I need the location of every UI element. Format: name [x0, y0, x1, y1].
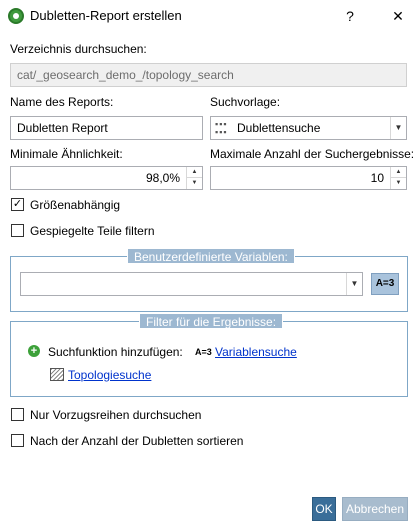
size-dependent-checkbox[interactable]: ✓ — [11, 198, 24, 211]
topology-icon — [50, 368, 64, 381]
template-label: Suchvorlage: — [210, 95, 281, 109]
app-icon — [8, 8, 24, 24]
similarity-value: 98,0% — [145, 171, 180, 185]
variables-group-title: Benutzerdefinierte Variablen: — [127, 248, 295, 264]
filter-group-title: Filter für die Ergebnisse: — [139, 313, 284, 329]
chevron-down-icon[interactable]: ▼ — [346, 273, 362, 295]
template-combobox[interactable]: ▪▪▪ ▪▪▪ Dublettensuche ▼ — [210, 116, 407, 140]
max-results-label: Maximale Anzahl der Suchergebnisse: — [210, 147, 415, 161]
variable-search-link[interactable]: Variablensuche — [215, 345, 297, 359]
size-dependent-label: Größenabhängig — [30, 198, 121, 212]
spin-down-icon[interactable]: ▼ — [187, 178, 202, 189]
max-results-spinbox[interactable]: 10 ▲ ▼ — [210, 166, 407, 190]
filter-group — [10, 321, 408, 397]
help-button[interactable]: ? — [336, 4, 364, 28]
add-search-function-label: Suchfunktion hinzufügen: — [48, 345, 183, 359]
topology-search-link[interactable]: Topologiesuche — [68, 368, 151, 382]
template-value: Dublettensuche — [237, 121, 321, 135]
cancel-button[interactable]: Abbrechen — [342, 497, 408, 521]
similarity-stepper[interactable]: ▲ ▼ — [186, 167, 202, 189]
sort-by-count-checkbox[interactable] — [11, 434, 24, 447]
add-icon: + — [28, 345, 40, 357]
similarity-spinbox[interactable]: 98,0% ▲ ▼ — [10, 166, 203, 190]
preferred-only-label: Nur Vorzugsreihen durchsuchen — [30, 408, 202, 422]
directory-label: Verzeichnis durchsuchen: — [10, 42, 147, 56]
variable-search-icon: A=3 — [195, 347, 212, 357]
mirrored-label: Gespiegelte Teile filtern — [30, 224, 155, 238]
max-results-value: 10 — [370, 171, 384, 185]
max-results-stepper[interactable]: ▲ ▼ — [390, 167, 406, 189]
preferred-only-checkbox[interactable] — [11, 408, 24, 421]
template-icon: ▪▪▪ ▪▪▪ — [215, 119, 228, 137]
sort-by-count-label: Nach der Anzahl der Dubletten sortieren — [30, 434, 244, 448]
report-name-input[interactable]: Dubletten Report — [10, 116, 203, 140]
spin-down-icon[interactable]: ▼ — [391, 178, 406, 189]
directory-field: cat/_geosearch_demo_/topology_search — [10, 63, 407, 87]
similarity-label: Minimale Ähnlichkeit: — [10, 147, 123, 161]
spin-up-icon[interactable]: ▲ — [391, 167, 406, 178]
variables-button[interactable]: A=3 — [371, 273, 399, 295]
mirrored-checkbox[interactable] — [11, 224, 24, 237]
chevron-down-icon[interactable]: ▼ — [390, 117, 406, 139]
variables-combobox[interactable]: ▼ — [20, 272, 363, 296]
spin-up-icon[interactable]: ▲ — [187, 167, 202, 178]
ok-button[interactable]: OK — [312, 497, 336, 521]
title-bar: Dubletten-Report erstellen ? ✕ — [0, 0, 418, 32]
window-title: Dubletten-Report erstellen — [30, 8, 182, 23]
report-name-label: Name des Reports: — [10, 95, 114, 109]
close-button[interactable]: ✕ — [384, 4, 412, 28]
